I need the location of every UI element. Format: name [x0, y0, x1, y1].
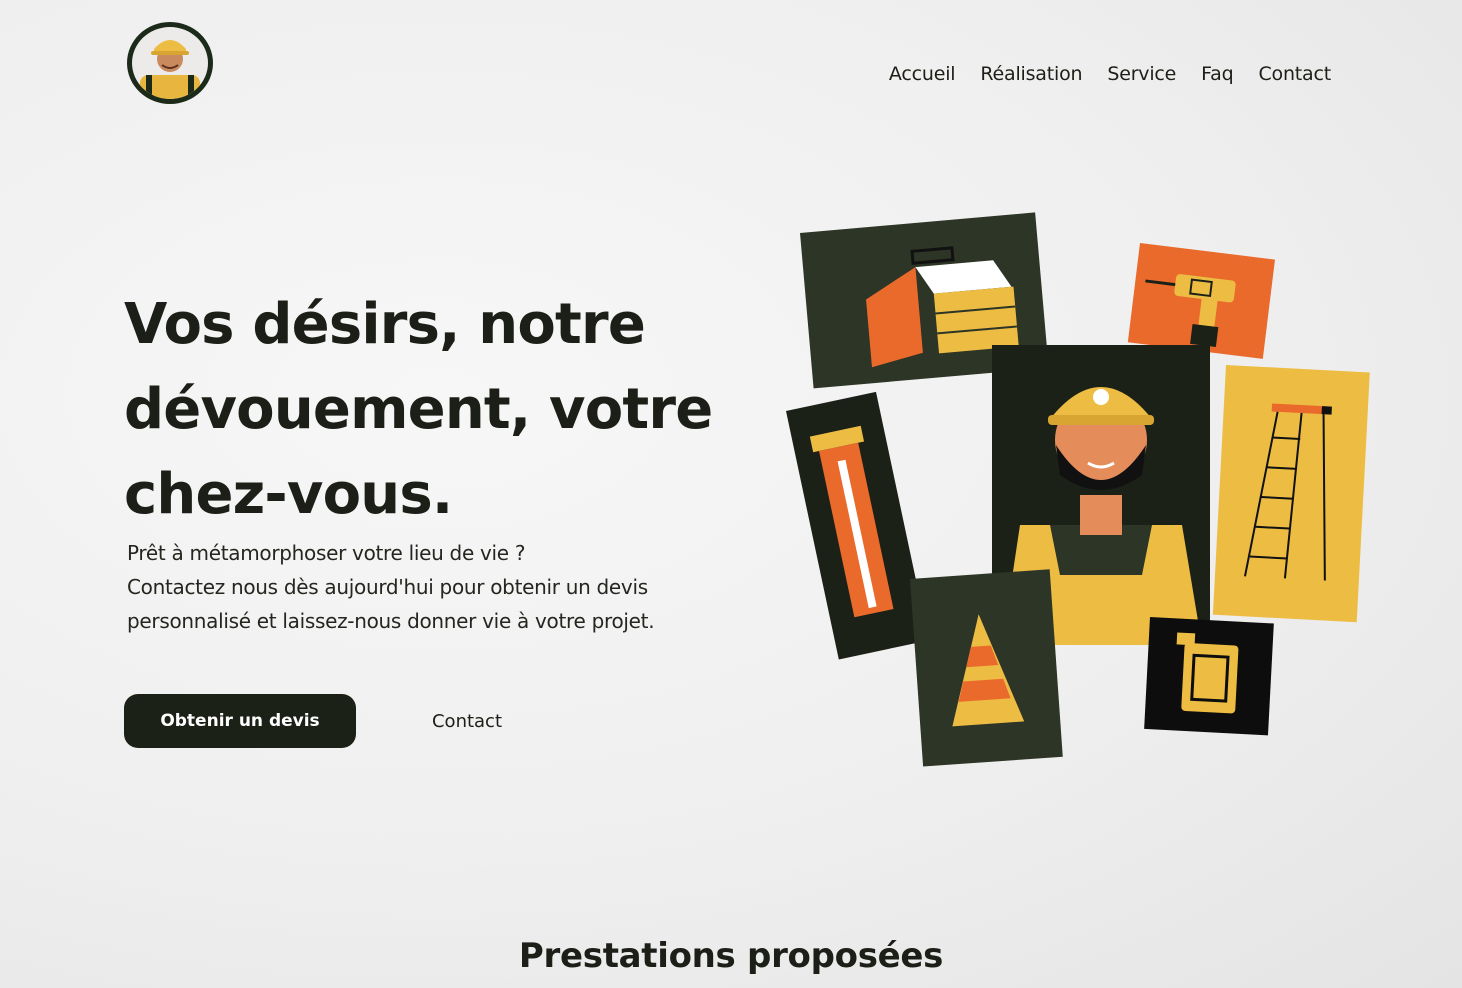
nav-realisation[interactable]: Réalisation: [980, 63, 1082, 85]
site-logo[interactable]: [127, 22, 213, 104]
traffic-cone-icon: [910, 569, 1063, 767]
main-nav: Accueil Réalisation Service Faq Contact: [864, 63, 1331, 85]
nav-accueil[interactable]: Accueil: [889, 63, 956, 85]
drill-icon: [1127, 243, 1275, 359]
hero-illustration: [780, 195, 1400, 785]
nav-contact[interactable]: Contact: [1258, 63, 1331, 85]
ladder-icon: [1212, 365, 1370, 623]
nav-faq[interactable]: Faq: [1201, 63, 1233, 85]
nav-service[interactable]: Service: [1107, 63, 1176, 85]
paint-roller-icon: [786, 391, 929, 660]
hero-title: Vos désirs, notre dévouement, votre chez…: [124, 292, 713, 527]
hero-intro-line2: Contactez nous dès aujourd'hui pour obte…: [127, 575, 655, 633]
worker-avatar-icon: [132, 27, 208, 99]
get-quote-button[interactable]: Obtenir un devis: [124, 694, 356, 748]
hero-intro: Prêt à métamorphoser votre lieu de vie ?…: [127, 536, 767, 638]
jerrycan-icon: [1144, 617, 1274, 736]
services-title: Prestations proposées: [518, 936, 944, 976]
hero-intro-line1: Prêt à métamorphoser votre lieu de vie ?: [127, 541, 526, 565]
contact-button[interactable]: Contact: [410, 694, 524, 748]
